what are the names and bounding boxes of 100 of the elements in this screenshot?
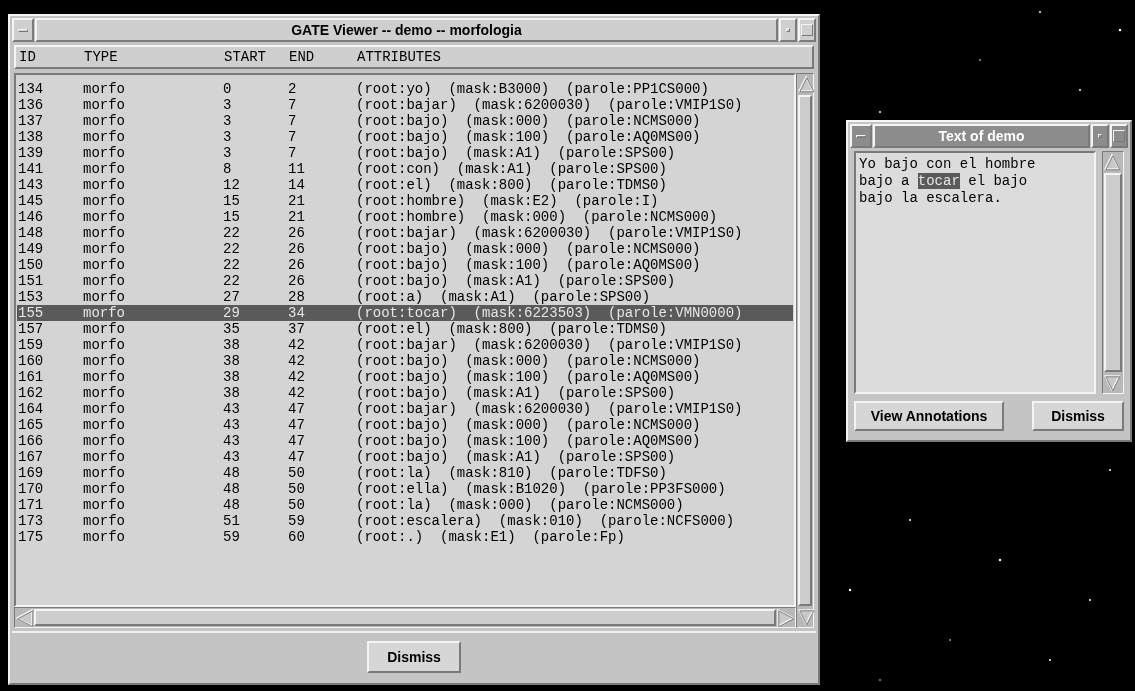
list-row[interactable]: 167 morfo 43 47 (root:bajo) (mask:A1) (parole:SPS00)	[17, 449, 793, 465]
maximize-button[interactable]	[798, 18, 816, 42]
list-row[interactable]: 151 morfo 22 26 (root:bajo) (mask:A1) (parole:SPS00)	[17, 273, 793, 289]
list-row[interactable]: 169 morfo 48 50 (root:la) (mask:810) (parole:TDFS0)	[17, 465, 793, 481]
table-cell-text: (root:escalera) (mask:010) (parole:NCFS000)	[356, 513, 736, 529]
list-row[interactable]: 162 morfo 38 42 (root:bajo) (mask:A1) (parole:SPS00)	[17, 385, 793, 401]
table-cell-text: 165	[18, 417, 45, 433]
table-cell-text: 3	[223, 97, 233, 113]
scroll-right-button[interactable]	[777, 608, 795, 628]
table-cell-text: morfo	[83, 177, 126, 193]
minimize-button[interactable]	[1091, 124, 1109, 148]
list-row[interactable]: 145 morfo 15 21 (root:hombre) (mask:E2) (parole:I)	[17, 193, 793, 209]
list-row[interactable]: 138 morfo 3 7 (root:bajo) (mask:100) (parole:AQ0MS00)	[17, 129, 793, 145]
list-row[interactable]: 146 morfo 15 21 (root:hombre) (mask:000) (parole:NCMS000)	[17, 209, 793, 225]
table-cell-text: morfo	[83, 97, 126, 113]
table-cell-text: 22	[223, 225, 241, 241]
table-cell-text: (root:bajo) (mask:000) (parole:NCMS000)	[356, 113, 702, 129]
table-cell-text: (root:bajo) (mask:A1) (parole:SPS00)	[356, 145, 677, 161]
list-row[interactable]: 136 morfo 3 7 (root:bajar) (mask:6200030) (parole:VMIP1S0)	[17, 97, 793, 113]
table-cell-text: 0	[223, 81, 233, 97]
scroll-up-button[interactable]	[797, 74, 815, 94]
table-cell-text: 155	[18, 305, 45, 321]
table-cell-text: morfo	[83, 241, 126, 257]
table-cell-text: 161	[18, 369, 45, 385]
list-row[interactable]: 171 morfo 48 50 (root:la) (mask:000) (parole:NCMS000)	[17, 497, 793, 513]
table-cell-text: 48	[223, 465, 241, 481]
table-cell-text: 15	[223, 193, 241, 209]
table-cell-text: 42	[288, 353, 306, 369]
scroll-up-button[interactable]	[1103, 152, 1121, 172]
column-header[interactable]: END	[289, 49, 357, 65]
window-menu-button[interactable]	[850, 124, 872, 148]
list-row[interactable]: 161 morfo 38 42 (root:bajo) (mask:100) (parole:AQ0MS00)	[17, 369, 793, 385]
list-row[interactable]: 137 morfo 3 7 (root:bajo) (mask:000) (parole:NCMS000)	[17, 113, 793, 129]
list-row[interactable]: 157 morfo 35 37 (root:el) (mask:800) (parole:TDMS0)	[17, 321, 793, 337]
table-cell-text: 149	[18, 241, 45, 257]
table-cell-text: 151	[18, 273, 45, 289]
column-header[interactable]: ATTRIBUTES	[357, 49, 809, 65]
table-cell-text: 14	[288, 177, 306, 193]
table-cell-text: 171	[18, 497, 45, 513]
table-cell-text: (root:ella) (mask:B1020) (parole:PP3FS000)	[356, 481, 727, 497]
list-row[interactable]: 160 morfo 38 42 (root:bajo) (mask:000) (parole:NCMS000)	[17, 353, 793, 369]
view-annotations-button[interactable]: View Annotations	[854, 401, 1004, 431]
table-cell-text: (root:yo) (mask:B3000) (parole:PP1CS000)	[356, 81, 710, 97]
table-cell-text: 38	[223, 353, 241, 369]
list-row[interactable]: 170 morfo 48 50 (root:ella) (mask:B1020) (parole:PP3FS000)	[17, 481, 793, 497]
table-cell-text: morfo	[83, 145, 126, 161]
table-cell-text: morfo	[83, 209, 126, 225]
table-cell-text: 134	[18, 81, 45, 97]
minimize-button[interactable]	[779, 18, 797, 42]
column-header[interactable]: ID	[19, 49, 84, 65]
scroll-left-button[interactable]	[15, 608, 33, 628]
column-header[interactable]: START	[224, 49, 289, 65]
table-cell-text: morfo	[83, 353, 126, 369]
scroll-down-button[interactable]	[797, 607, 815, 627]
table-cell-text: 167	[18, 449, 45, 465]
table-cell-text: 169	[18, 465, 45, 481]
window-menu-button[interactable]	[12, 18, 34, 42]
column-header[interactable]: TYPE	[84, 49, 224, 65]
list-row[interactable]: 148 morfo 22 26 (root:bajar) (mask:6200030) (parole:VMIP1S0)	[17, 225, 793, 241]
maximize-button[interactable]	[1110, 124, 1128, 148]
table-cell-text: 7	[288, 129, 298, 145]
table-cell-text: 50	[288, 481, 306, 497]
table-cell-text: 3	[223, 129, 233, 145]
table-cell-text: (root:bajar) (mask:6200030) (parole:VMIP1S0)	[356, 337, 744, 353]
table-cell-text: 162	[18, 385, 45, 401]
dismiss-button[interactable]: Dismiss	[367, 641, 461, 673]
table-cell-text: morfo	[83, 385, 126, 401]
list-row[interactable]: 173 morfo 51 59 (root:escalera) (mask:010) (parole:NCFS000)	[17, 513, 793, 529]
list-row[interactable]: 134 morfo 0 2 (root:yo) (mask:B3000) (parole:PP1CS000)	[17, 81, 793, 97]
table-cell-text: 43	[223, 417, 241, 433]
dismiss-button[interactable]: Dismiss	[1032, 401, 1124, 431]
table-cell-text: (root:bajo) (mask:000) (parole:NCMS000)	[356, 241, 702, 257]
list-row[interactable]: 153 morfo 27 28 (root:a) (mask:A1) (parole:SPS00)	[17, 289, 793, 305]
list-row[interactable]: 139 morfo 3 7 (root:bajo) (mask:A1) (parole:SPS00)	[17, 145, 793, 161]
list-row[interactable]: 155 morfo 29 34 (root:tocar) (mask:6223503) (parole:VMN0000)	[17, 305, 793, 321]
table-cell-text: 22	[223, 241, 241, 257]
list-row[interactable]: 150 morfo 22 26 (root:bajo) (mask:100) (parole:AQ0MS00)	[17, 257, 793, 273]
table-cell-text: 153	[18, 289, 45, 305]
table-cell-text: (root:el) (mask:800) (parole:TDMS0)	[356, 177, 668, 193]
list-row[interactable]: 159 morfo 38 42 (root:bajar) (mask:6200030) (parole:VMIP1S0)	[17, 337, 793, 353]
list-row[interactable]: 143 morfo 12 14 (root:el) (mask:800) (parole:TDMS0)	[17, 177, 793, 193]
table-cell-text: 35	[223, 321, 241, 337]
list-row[interactable]: 149 morfo 22 26 (root:bajo) (mask:000) (parole:NCMS000)	[17, 241, 793, 257]
table-cell-text: 26	[288, 241, 306, 257]
table-cell-text: morfo	[83, 81, 126, 97]
table-cell-text: 145	[18, 193, 45, 209]
table-cell-text: (root:hombre) (mask:000) (parole:NCMS000)	[356, 209, 719, 225]
list-row[interactable]: 166 morfo 43 47 (root:bajo) (mask:100) (parole:AQ0MS00)	[17, 433, 793, 449]
table-cell-text: 150	[18, 257, 45, 273]
table-cell-text: morfo	[83, 161, 126, 177]
table-cell-text: morfo	[83, 529, 126, 545]
list-row[interactable]: 164 morfo 43 47 (root:bajar) (mask:6200030) (parole:VMIP1S0)	[17, 401, 793, 417]
list-row[interactable]: 141 morfo 8 11 (root:con) (mask:A1) (parole:SPS00)	[17, 161, 793, 177]
table-cell-text: (root:bajar) (mask:6200030) (parole:VMIP1S0)	[356, 225, 744, 241]
scroll-down-button[interactable]	[1103, 373, 1121, 393]
list-row[interactable]: 165 morfo 43 47 (root:bajo) (mask:000) (parole:NCMS000)	[17, 417, 793, 433]
table-cell-text: 28	[288, 289, 306, 305]
table-cell-text: 21	[288, 193, 306, 209]
list-row[interactable]: 175 morfo 59 60 (root:.) (mask:E1) (parole:Fp)	[17, 529, 793, 545]
table-cell-text: 59	[288, 513, 306, 529]
